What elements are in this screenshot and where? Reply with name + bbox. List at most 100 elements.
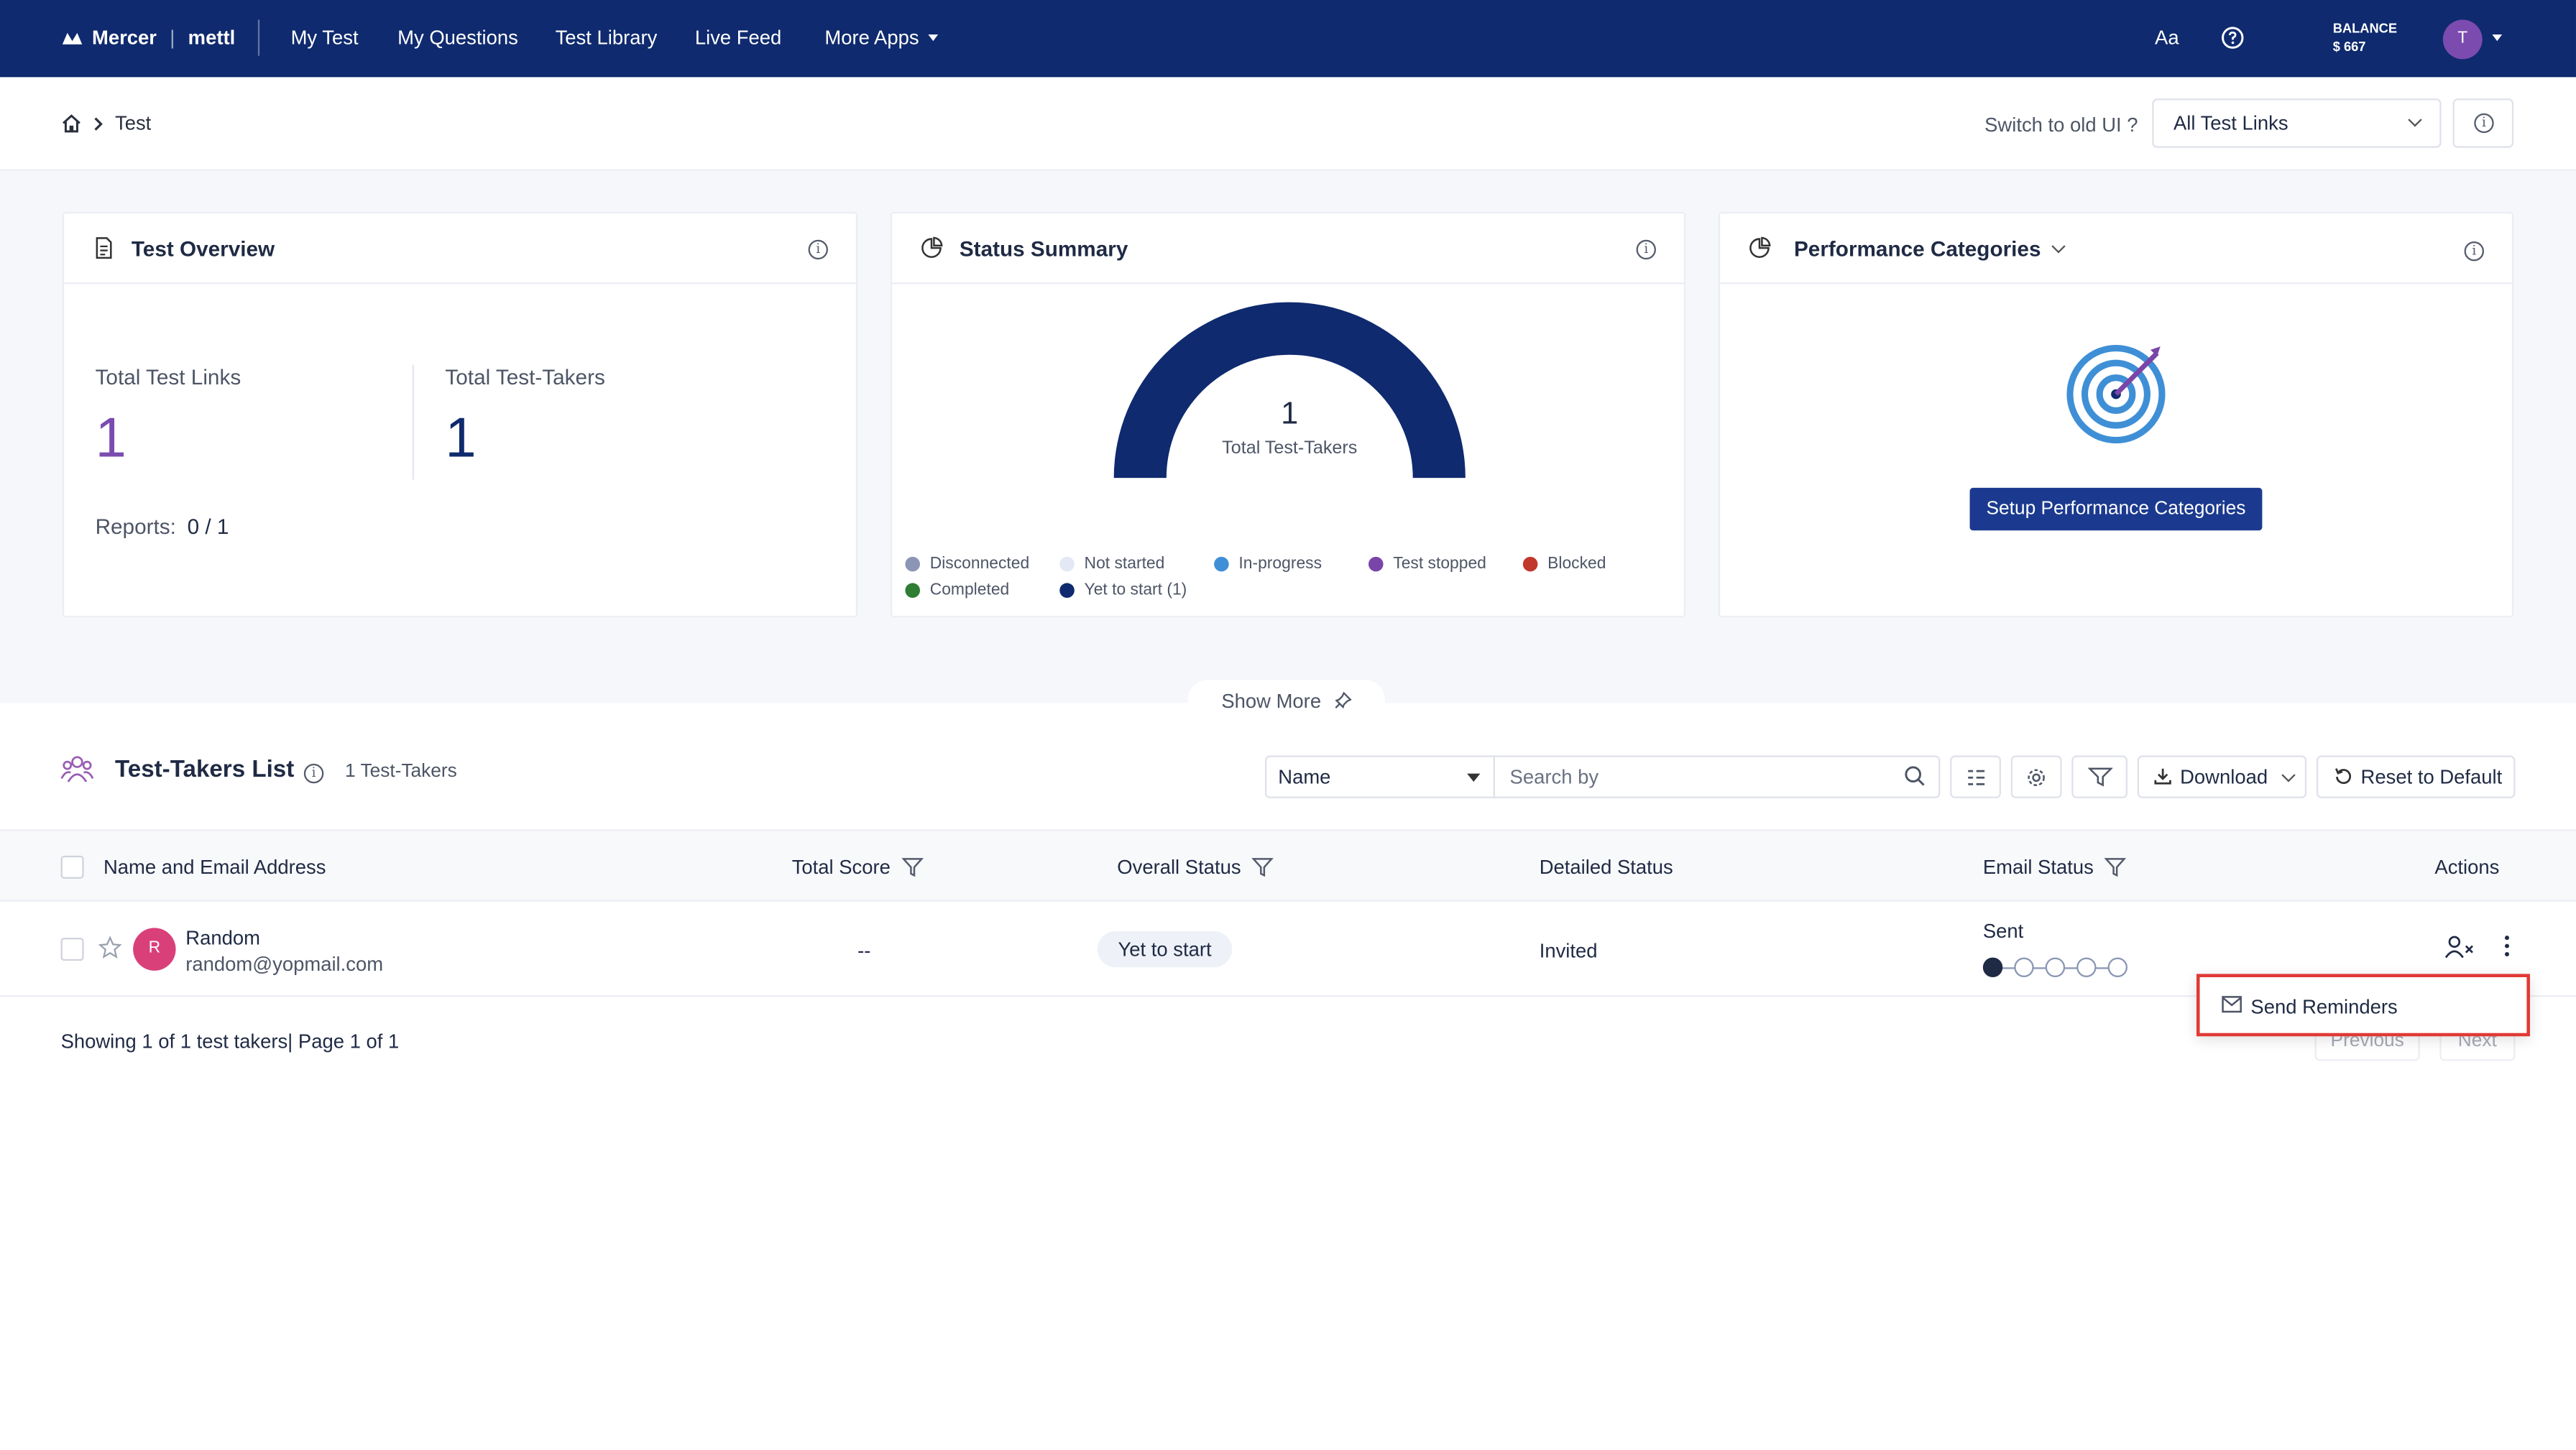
remove-user-icon[interactable] <box>2444 935 2474 959</box>
column-header-actions: Actions <box>2434 856 2499 879</box>
nav-my-questions[interactable]: My Questions <box>397 0 518 77</box>
sub-header: Test Switch to old UI ? All Test Links i <box>0 77 2576 171</box>
test-taker-name[interactable]: Random <box>185 926 260 949</box>
balance-label: BALANCE <box>2332 21 2398 37</box>
chevron-down-icon[interactable] <box>2492 34 2503 42</box>
test-taker-avatar: R <box>133 928 176 971</box>
filter-icon[interactable] <box>2104 857 2127 877</box>
legend-in-progress[interactable]: In-progress <box>1214 555 1322 573</box>
legend-dot <box>1214 556 1229 572</box>
overall-status-badge: Yet to start <box>1097 931 1233 968</box>
brand-mercer-text: Mercer <box>91 26 157 50</box>
performance-title-text: Performance Categories <box>1793 236 2041 262</box>
detailed-status-value: Invited <box>1539 939 1598 963</box>
test-links-select[interactable]: All Test Links <box>2152 98 2442 148</box>
info-icon[interactable]: i <box>303 763 324 784</box>
table-row[interactable] <box>0 902 2576 997</box>
reports-label: Reports: <box>95 514 176 539</box>
total-takers-value[interactable]: 1 <box>445 407 476 471</box>
legend-disconnected[interactable]: Disconnected <box>905 555 1029 573</box>
legend-blocked[interactable]: Blocked <box>1522 555 1606 573</box>
legend-label: Yet to start (1) <box>1084 581 1187 600</box>
info-button[interactable]: i <box>2452 98 2514 148</box>
legend-completed[interactable]: Completed <box>905 581 1009 599</box>
column-header-label: Email Status <box>1982 855 2094 879</box>
actions-dropdown-menu: Send Reminders <box>2196 974 2530 1037</box>
gauge-center-label: Total Test-Takers <box>1222 438 1358 458</box>
column-header-score: Total Score <box>792 856 924 879</box>
email-status-value: Sent <box>1982 919 2024 943</box>
top-navigation-bar: Mercer | mettl My Test My Questions Test… <box>0 0 2576 78</box>
filter-icon[interactable] <box>901 857 924 877</box>
chevron-down-icon <box>2281 768 2296 782</box>
column-header-email-status: Email Status <box>1983 856 2127 879</box>
help-icon[interactable] <box>2218 23 2248 52</box>
test-links-select-value: All Test Links <box>2173 111 2288 135</box>
nav-more-apps[interactable]: More Apps <box>824 0 939 77</box>
user-avatar[interactable]: T <box>2442 19 2483 60</box>
card-title: Status Summary <box>959 236 1128 262</box>
column-view-button[interactable] <box>1950 755 2001 798</box>
balance-display: BALANCE $ 667 <box>2333 19 2397 55</box>
filter-button[interactable] <box>2071 755 2128 798</box>
switch-old-ui-link[interactable]: Switch to old UI ? <box>1984 114 2138 137</box>
email-progress-step <box>2014 957 2034 977</box>
star-icon[interactable] <box>98 936 122 959</box>
nav-my-test[interactable]: My Test <box>291 0 359 77</box>
pin-icon <box>1334 691 1351 709</box>
breadcrumb-current[interactable]: Test <box>115 111 151 134</box>
email-progress-step <box>2045 957 2066 977</box>
legend-label: In-progress <box>1238 555 1322 573</box>
pie-chart-icon <box>1749 236 1771 258</box>
gear-icon <box>2028 769 2045 787</box>
nav-divider <box>257 19 260 56</box>
test-takers-list-title: Test-Takers List <box>114 757 295 784</box>
total-links-value[interactable]: 1 <box>96 407 126 471</box>
select-all-checkbox[interactable] <box>60 855 84 879</box>
test-overview-card: Test Overview i Total Test Links 1 Total… <box>62 211 858 618</box>
card-title[interactable]: Performance Categories <box>1793 236 2066 262</box>
reset-label: Reset to Default <box>2360 765 2503 789</box>
search-icon[interactable] <box>1904 765 1926 787</box>
test-takers-count: 1 Test-Takers <box>344 762 457 782</box>
chevron-down-icon <box>2051 239 2066 254</box>
chevron-right-icon <box>94 116 103 130</box>
breadcrumb: Test <box>61 111 151 134</box>
reports-value: 0 / 1 <box>187 514 229 539</box>
card-title: Test Overview <box>131 236 275 262</box>
nav-more-apps-label: More Apps <box>824 26 919 50</box>
reset-to-default-button[interactable]: Reset to Default <box>2316 755 2516 798</box>
legend-dot <box>1368 556 1384 572</box>
legend-label: Disconnected <box>929 555 1030 573</box>
setup-performance-categories-button[interactable]: Setup Performance Categories <box>1969 487 2263 531</box>
font-size-icon[interactable]: Aa <box>2152 23 2181 52</box>
performance-categories-card: Performance Categories i <box>1718 211 2514 618</box>
search-field-select[interactable]: Name <box>1264 755 1495 798</box>
info-icon[interactable]: i <box>808 239 828 260</box>
nav-test-library[interactable]: Test Library <box>556 0 658 77</box>
legend-dot <box>905 583 920 598</box>
users-group-icon <box>60 756 94 782</box>
legend-dot <box>1522 556 1538 572</box>
filter-icon[interactable] <box>1252 857 1274 877</box>
brand-logo[interactable]: Mercer | mettl <box>61 27 236 50</box>
reset-icon <box>2335 768 2351 785</box>
search-input[interactable] <box>1493 755 1941 798</box>
more-vertical-icon[interactable] <box>2502 935 2512 958</box>
home-icon[interactable] <box>61 114 83 133</box>
settings-button[interactable] <box>2010 755 2062 798</box>
download-button[interactable]: Download <box>2137 755 2307 798</box>
legend-not-started[interactable]: Not started <box>1059 555 1164 573</box>
legend-test-stopped[interactable]: Test stopped <box>1368 555 1486 573</box>
nav-live-feed[interactable]: Live Feed <box>695 0 781 77</box>
card-header: Performance Categories i <box>1720 213 2512 285</box>
pagination-summary: Showing 1 of 1 test takers| Page 1 of 1 <box>60 1030 400 1053</box>
row-checkbox[interactable] <box>60 938 84 961</box>
legend-yet-to-start[interactable]: Yet to start (1) <box>1059 581 1187 599</box>
send-reminders-menu-item[interactable]: Send Reminders <box>2250 995 2397 1018</box>
download-icon <box>2154 768 2171 785</box>
show-more-button[interactable]: Show More <box>1187 680 1385 723</box>
info-icon[interactable]: i <box>2464 241 2484 262</box>
info-icon[interactable]: i <box>1636 239 1656 260</box>
status-summary-card: Status Summary i 1 Total Test-Takers Dis… <box>890 211 1686 618</box>
